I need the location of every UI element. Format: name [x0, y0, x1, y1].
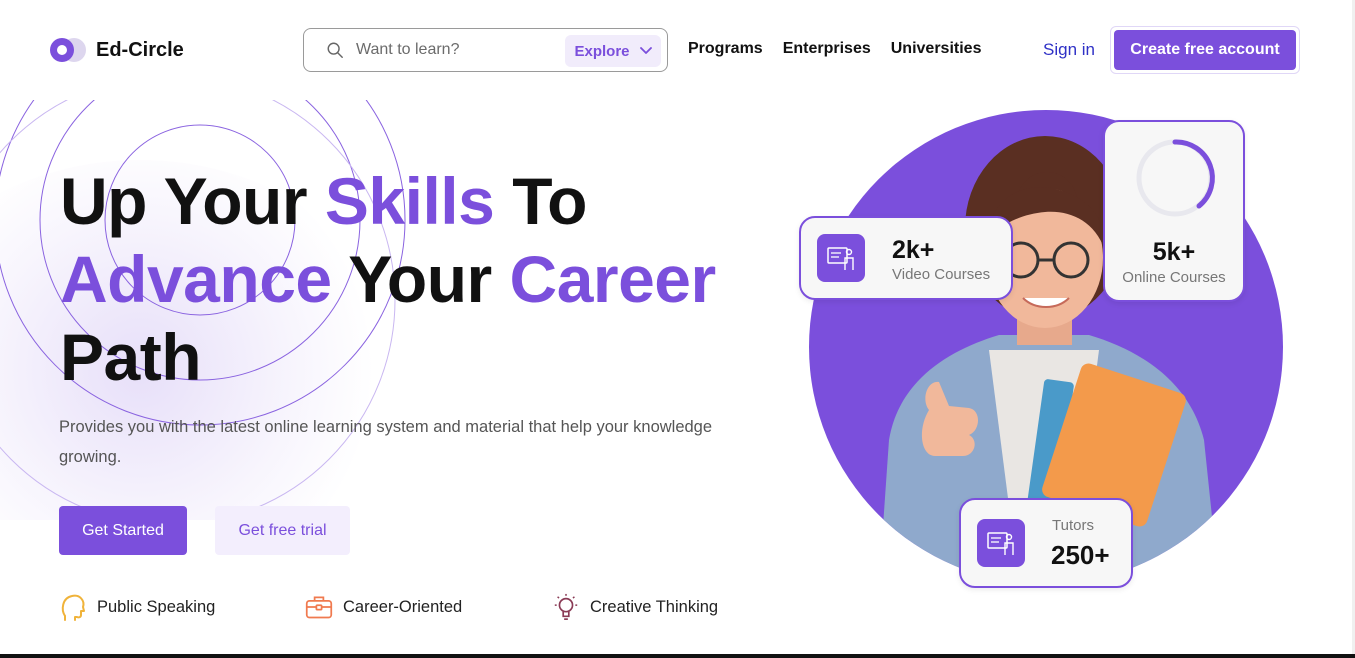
briefcase-icon	[305, 596, 333, 619]
headline-highlight: Skills	[324, 164, 495, 238]
explore-dropdown[interactable]: Explore	[565, 35, 661, 67]
create-account-button[interactable]: Create free account	[1114, 30, 1296, 70]
feature-list: Public Speaking Career-Oriented Creative…	[0, 592, 780, 624]
signin-link[interactable]: Sign in	[1043, 40, 1095, 60]
headline-part: To	[494, 164, 587, 238]
search-input[interactable]	[356, 38, 556, 62]
stat-label: Tutors	[1052, 517, 1094, 534]
headline-part: Your	[331, 242, 510, 316]
brand-name: Ed-Circle	[96, 38, 184, 61]
nav-universities[interactable]: Universities	[891, 40, 982, 58]
explore-label: Explore	[574, 42, 630, 60]
feature-label: Creative Thinking	[590, 597, 719, 616]
head-speaking-icon	[61, 594, 85, 621]
get-started-button[interactable]: Get Started	[59, 506, 187, 555]
headline-part: Path	[60, 320, 202, 394]
stat-value: 5k+	[1152, 238, 1196, 266]
stat-label: Video Courses	[892, 266, 991, 283]
stat-label: Online Courses	[1122, 269, 1226, 286]
search-bar: Explore	[303, 28, 668, 72]
feature-label: Public Speaking	[97, 597, 216, 616]
stat-card-video-courses: 2k+ Video Courses	[799, 216, 1013, 300]
hero-headline: Up Your Skills To Advance Your Career Pa…	[60, 162, 780, 396]
feature-career-oriented: Career-Oriented	[305, 592, 462, 622]
headline-part: Up Your	[60, 164, 325, 238]
headline-highlight: Career	[509, 242, 717, 316]
stat-card-online-courses: 5k+ Online Courses	[1103, 120, 1245, 302]
site-header: Ed-Circle Explore Programs Enterprises U…	[0, 0, 1355, 100]
feature-label: Career-Oriented	[343, 597, 463, 616]
stat-value: 2k+	[892, 236, 935, 264]
presentation-icon	[827, 247, 854, 270]
main-nav: Programs Enterprises Universities	[688, 40, 981, 58]
tutor-icon-box	[977, 519, 1025, 567]
hero-subtitle: Provides you with the latest online lear…	[59, 418, 713, 466]
progress-ring-icon	[1136, 139, 1215, 217]
chevron-down-icon	[639, 47, 652, 54]
feature-public-speaking: Public Speaking	[59, 592, 215, 622]
nav-programs[interactable]: Programs	[688, 40, 763, 58]
nav-enterprises[interactable]: Enterprises	[783, 40, 871, 58]
bottom-border	[0, 654, 1355, 658]
stat-card-tutors: Tutors 250+	[959, 498, 1133, 588]
lightbulb-icon	[554, 593, 578, 620]
feature-creative-thinking: Creative Thinking	[552, 592, 718, 622]
video-course-icon-box	[817, 234, 865, 282]
create-account-button-frame: Create free account	[1110, 26, 1300, 74]
search-icon	[327, 42, 343, 58]
headline-highlight: Advance	[60, 242, 332, 316]
presentation-icon	[987, 532, 1014, 555]
brand-logo[interactable]: Ed-Circle	[50, 37, 184, 63]
get-free-trial-button[interactable]: Get free trial	[215, 506, 350, 555]
logo-mark-icon	[50, 37, 86, 63]
stat-value: 250+	[1051, 540, 1110, 570]
